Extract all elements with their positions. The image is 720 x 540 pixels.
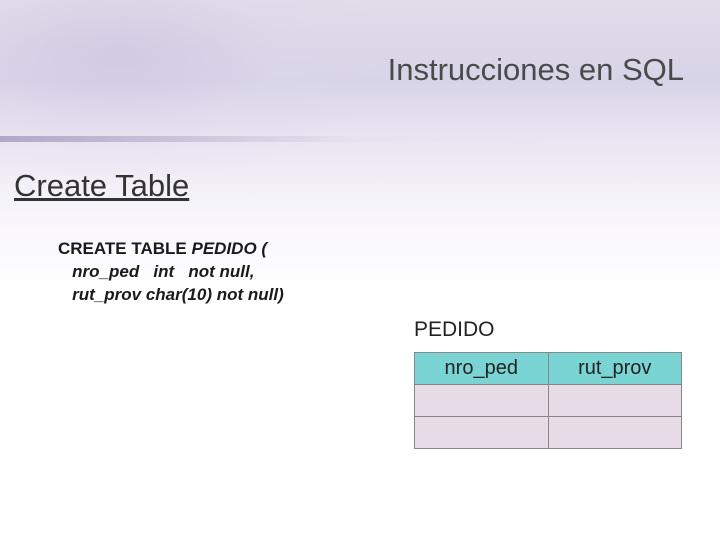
- table-cell: [415, 385, 549, 417]
- divider-bar: [0, 136, 720, 142]
- table-cell: [548, 385, 682, 417]
- background-overlay: [0, 0, 400, 180]
- pedido-table: nro_ped rut_prov: [414, 352, 682, 449]
- slide-title: Instrucciones en SQL: [388, 52, 684, 88]
- code-ident: PEDIDO (: [191, 239, 267, 258]
- code-line: rut_prov char(10) not null): [58, 285, 284, 304]
- table-cell: [415, 417, 549, 449]
- code-line: nro_ped int not null,: [58, 262, 254, 281]
- table-header-row: nro_ped rut_prov: [415, 353, 682, 385]
- code-keyword: CREATE TABLE: [58, 239, 191, 258]
- table-row: [415, 417, 682, 449]
- table-cell: [548, 417, 682, 449]
- table-header-cell: rut_prov: [548, 353, 682, 385]
- table-header-cell: nro_ped: [415, 353, 549, 385]
- section-heading: Create Table: [14, 168, 189, 204]
- table-row: [415, 385, 682, 417]
- table-name-label: PEDIDO: [414, 318, 495, 342]
- sql-code-block: CREATE TABLE PEDIDO ( nro_ped int not nu…: [58, 238, 284, 307]
